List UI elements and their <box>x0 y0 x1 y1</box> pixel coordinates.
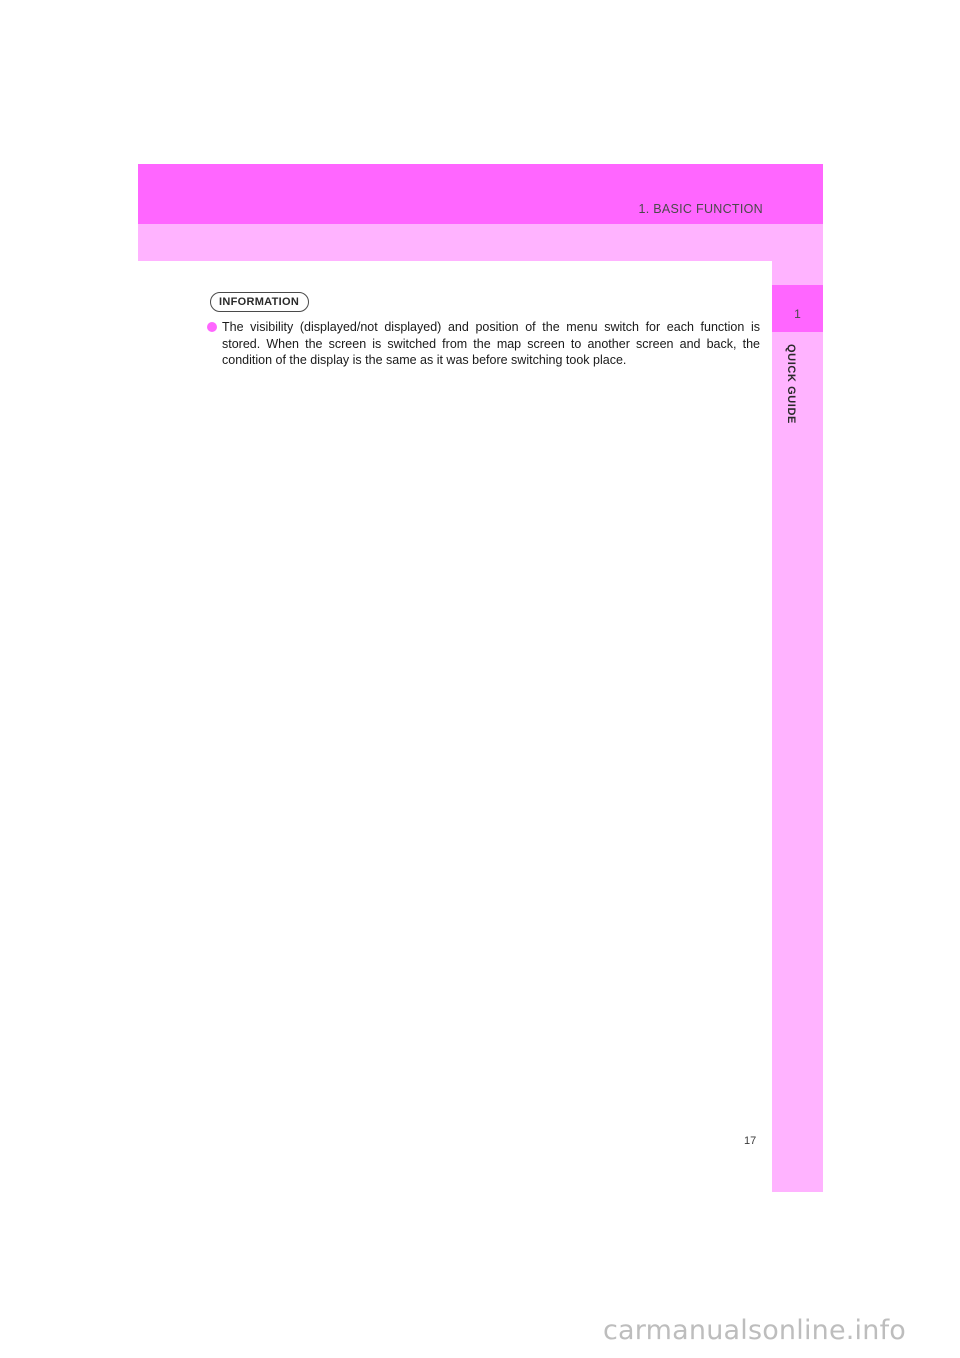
chapter-tab: 1 <box>772 285 823 332</box>
bullet-icon <box>207 322 217 332</box>
header-subband <box>138 224 823 261</box>
chapter-label: QUICK GUIDE <box>785 344 797 424</box>
section-title: 1. BASIC FUNCTION <box>638 202 763 216</box>
chapter-number: 1 <box>794 307 801 321</box>
header-band: 1. BASIC FUNCTION <box>138 164 823 224</box>
information-text: The visibility (displayed/not displayed)… <box>222 320 760 367</box>
side-strip <box>772 224 823 1192</box>
page-number: 17 <box>744 1135 757 1147</box>
watermark: carmanualsonline.info <box>603 1315 906 1346</box>
information-item: The visibility (displayed/not displayed)… <box>207 319 760 369</box>
information-badge: INFORMATION <box>210 292 310 312</box>
